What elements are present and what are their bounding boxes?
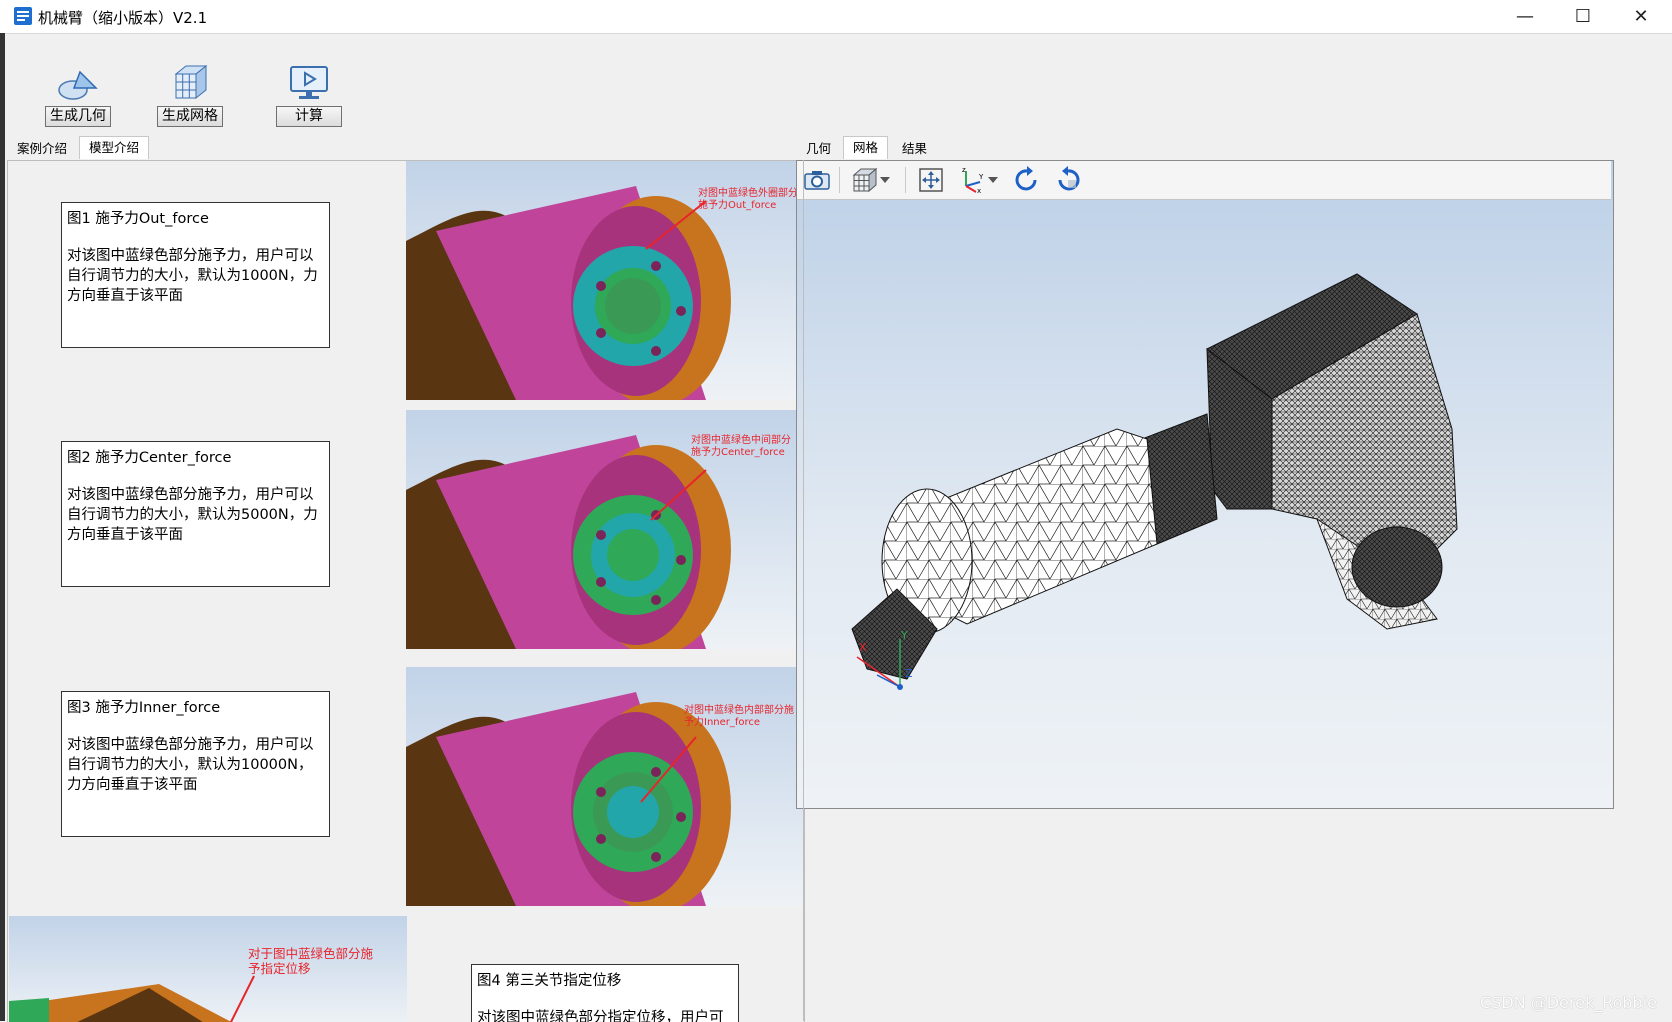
- axis-label-x: X: [859, 641, 867, 654]
- tab-results[interactable]: 结果: [893, 138, 936, 160]
- generate-geometry-label: 生成几何: [45, 106, 111, 127]
- case-annotation: 对图中蓝绿色中间部分施予力Center_force: [691, 435, 791, 458]
- viewer-toolbar: z Yx: [797, 161, 1611, 200]
- panel-divider: [803, 160, 804, 1021]
- close-button[interactable]: ✕: [1613, 0, 1669, 33]
- case-annotation: 对图中蓝绿色内部部分施予力Inner_force: [684, 705, 794, 728]
- case-description: 对该图中蓝绿色部分施予力，用户可以自行调节力的大小，默认为10000N，力方向垂…: [67, 737, 314, 793]
- case-card-2: 图2 施予力Center_force 对该图中蓝绿色部分施予力，用户可以自行调节…: [61, 441, 330, 587]
- case-description: 对该图中蓝绿色部分施予力，用户可以自行调节力的大小，默认为1000N，力方向垂直…: [67, 248, 318, 304]
- case-annotation: 对于图中蓝绿色部分施予指定位移: [248, 946, 374, 976]
- case-card-4: 图4 第三关节指定位移 对该图中蓝绿色部分指定位移，用户可: [471, 964, 739, 1022]
- app-icon: [14, 7, 32, 25]
- generate-mesh-button[interactable]: 生成网格: [157, 56, 223, 127]
- generate-mesh-label: 生成网格: [157, 106, 223, 127]
- svg-text:z: z: [962, 166, 966, 174]
- window-left-edge: [0, 33, 5, 1021]
- svg-text:x: x: [977, 187, 981, 194]
- case-card-1: 图1 施予力Out_force 对该图中蓝绿色部分施予力，用户可以自行调节力的大…: [61, 202, 330, 348]
- tab-model-intro[interactable]: 模型介绍: [79, 136, 150, 159]
- case-caption: 图2 施予力Center_force: [67, 450, 232, 466]
- svg-text:Y: Y: [978, 173, 984, 181]
- minimize-button[interactable]: —: [1497, 0, 1553, 33]
- tab-case-intro[interactable]: 案例介绍: [8, 138, 76, 160]
- model-intro-panel[interactable]: 图1 施予力Out_force 对该图中蓝绿色部分施予力，用户可以自行调节力的大…: [7, 160, 805, 1022]
- title-bar: 机械臂（缩小版本）V2.1 — ☐ ✕: [0, 0, 1672, 34]
- case-caption: 图1 施予力Out_force: [67, 211, 209, 227]
- dropdown-arrow-icon[interactable]: [985, 166, 1001, 194]
- dropdown-arrow-icon[interactable]: [877, 166, 893, 194]
- mesh-view-icon[interactable]: [850, 166, 880, 194]
- tab-geometry[interactable]: 几何: [797, 138, 840, 160]
- mesh-viewer[interactable]: z Yx X Y Z: [796, 160, 1614, 809]
- rotate-cw-icon[interactable]: [1012, 166, 1042, 194]
- tab-mesh[interactable]: 网格: [843, 136, 889, 159]
- case-annotation: 对图中蓝绿色外圈部分施予力Out_force: [698, 188, 798, 211]
- compute-label: 计算: [276, 106, 342, 127]
- mesh-cube-icon: [157, 56, 223, 102]
- window-title: 机械臂（缩小版本）V2.1: [38, 9, 208, 27]
- geometry-icon: [45, 56, 111, 102]
- mesh-model[interactable]: X Y Z: [797, 199, 1611, 806]
- case-image-3: [406, 667, 804, 906]
- case-caption: 图3 施予力Inner_force: [67, 700, 221, 716]
- axis-label-y: Y: [900, 629, 908, 642]
- axis-label-z: Z: [905, 667, 913, 680]
- watermark: CSDN @Derek_Robbie: [1480, 993, 1657, 1012]
- rotate-ccw-icon[interactable]: [1053, 166, 1083, 194]
- compute-button[interactable]: 计算: [276, 56, 342, 127]
- maximize-button[interactable]: ☐: [1555, 0, 1611, 33]
- axes-icon[interactable]: z Yx: [957, 166, 987, 194]
- fit-view-icon[interactable]: [916, 166, 946, 194]
- monitor-play-icon: [276, 56, 342, 102]
- camera-icon[interactable]: [802, 166, 832, 194]
- generate-geometry-button[interactable]: 生成几何: [45, 56, 111, 127]
- case-description: 对该图中蓝绿色部分指定位移，用户可: [477, 1010, 724, 1022]
- case-description: 对该图中蓝绿色部分施予力，用户可以自行调节力的大小，默认为5000N，力方向垂直…: [67, 487, 318, 543]
- case-card-3: 图3 施予力Inner_force 对该图中蓝绿色部分施予力，用户可以自行调节力…: [61, 691, 330, 837]
- case-caption: 图4 第三关节指定位移: [477, 973, 622, 989]
